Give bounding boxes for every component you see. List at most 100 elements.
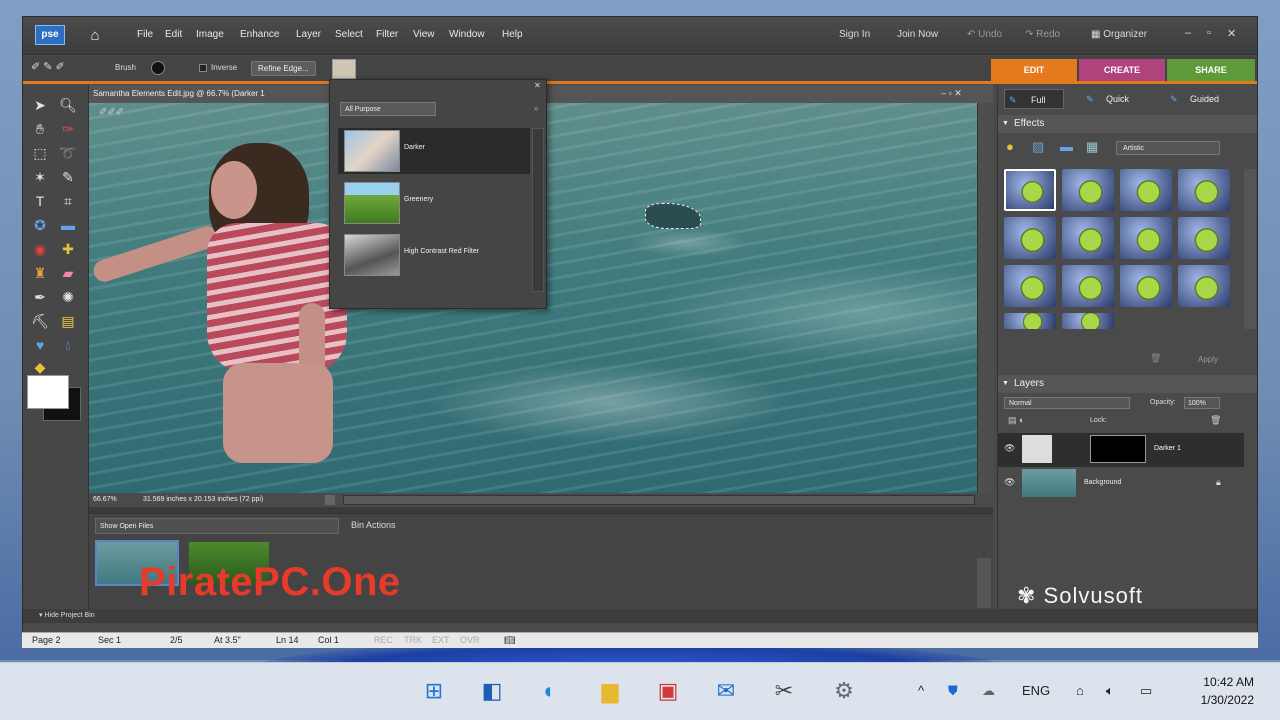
crop-tool-icon[interactable]: ⌗ (57, 191, 79, 211)
widgets-icon[interactable]: ◧ (476, 675, 508, 707)
eraser-tool-icon[interactable]: ▰ (57, 263, 79, 283)
filters-icon[interactable]: ● (1006, 139, 1014, 154)
tab-full[interactable]: ✎ Full (1004, 89, 1064, 109)
volume-icon[interactable]: 🔈︎ (1106, 683, 1114, 699)
effect-thumb-12[interactable] (1178, 265, 1230, 307)
file-explorer-icon[interactable]: ▆ (594, 675, 626, 707)
tab-create[interactable]: CREATE (1079, 59, 1165, 81)
effect-thumb-5[interactable] (1004, 217, 1056, 259)
paint-bucket-tool-icon[interactable]: ⛏ (29, 311, 51, 331)
store-icon[interactable]: ▣ (652, 675, 684, 707)
magic-wand-tool-icon[interactable]: ✶ (29, 167, 51, 187)
start-icon[interactable]: ⊞ (418, 675, 450, 707)
effect-thumb-11[interactable] (1120, 265, 1172, 307)
filter-thumbnail-button[interactable] (332, 59, 356, 79)
healing-brush-tool-icon[interactable]: ✚ (57, 239, 79, 259)
inverse-checkbox[interactable] (199, 64, 207, 72)
filter-item-greenery[interactable]: Greenery (338, 180, 530, 226)
cookie-cutter-tool-icon[interactable]: ✪ (29, 215, 51, 235)
battery-icon[interactable]: ▭ (1140, 683, 1152, 699)
network-icon[interactable]: ⌂ (1076, 683, 1084, 698)
menu-enhance[interactable]: Enhance (240, 29, 279, 40)
tab-guided[interactable]: ✎ Guided (1168, 89, 1219, 109)
effect-thumb-8[interactable] (1178, 217, 1230, 259)
blur-tool-icon[interactable]: 💧︎ (57, 335, 79, 355)
effects-category-select[interactable]: Artistic (1116, 141, 1220, 155)
sign-in-link[interactable]: Sign In (839, 29, 870, 40)
horizontal-scrollbar[interactable] (343, 495, 975, 505)
brush-preview-icon[interactable] (151, 61, 165, 75)
delete-layer-icon[interactable]: 🗑︎ (1210, 415, 1221, 426)
tab-share[interactable]: SHARE (1167, 59, 1255, 81)
close-icon[interactable]: ✕ (1227, 27, 1236, 40)
layer-tool-icons[interactable]: ▤ ◐ (1008, 415, 1024, 426)
gradient-tool-icon[interactable]: ▤ (57, 311, 79, 331)
bin-actions-menu[interactable]: Bin Actions (351, 520, 396, 530)
zoom-tool-icon[interactable]: 🔍︎ (57, 95, 79, 115)
filter-item-high-contrast-red[interactable]: High Contrast Red Filter (338, 232, 530, 278)
effect-thumb-14[interactable] (1062, 313, 1114, 329)
layer-styles-icon[interactable]: ▨ (1032, 139, 1044, 155)
foreground-color-swatch[interactable] (27, 375, 69, 409)
menu-window[interactable]: Window (449, 29, 485, 40)
effects-scrollbar[interactable] (1244, 169, 1256, 329)
popup-close-icon[interactable]: ✕ (534, 81, 541, 90)
effect-thumb-10[interactable] (1062, 265, 1114, 307)
effects-panel-header[interactable]: ▼ Effects (998, 115, 1257, 133)
mail-icon[interactable]: ✉ (710, 675, 742, 707)
spellcheck-icon[interactable]: 📖︎ (504, 635, 515, 646)
all-effects-icon[interactable]: ▦ (1086, 139, 1098, 155)
effect-thumb-13[interactable] (1004, 313, 1056, 329)
bin-show-select[interactable]: Show Open Files (95, 518, 339, 534)
visibility-eye-icon[interactable]: 👁︎ (1004, 477, 1015, 488)
layer-row-darker-1[interactable]: 👁︎ Darker 1 (998, 433, 1244, 467)
photo-effects-icon[interactable]: ▬ (1060, 139, 1073, 154)
straighten-tool-icon[interactable]: ▬ (57, 215, 79, 235)
red-eye-tool-icon[interactable]: ◉ (29, 239, 51, 259)
organizer-button[interactable]: ▦ Organizer (1091, 29, 1147, 40)
opacity-input[interactable]: 100% (1184, 397, 1220, 409)
defender-icon[interactable]: ⛊ (948, 683, 958, 699)
filter-category-select[interactable]: All Purpose (340, 102, 436, 116)
layers-panel-header[interactable]: ▼ Layers (998, 375, 1257, 393)
edge-icon[interactable]: ◐ (534, 675, 566, 707)
clock-date[interactable]: 1/30/2022 (1176, 693, 1254, 707)
menu-edit[interactable]: Edit (165, 29, 182, 40)
move-tool-icon[interactable]: ➤ (29, 95, 51, 115)
eyedropper-tool-icon[interactable]: ✑ (57, 119, 79, 139)
undo-button[interactable]: ↶ Undo (967, 29, 1002, 40)
language-indicator[interactable]: ENG (1022, 683, 1050, 698)
doc-window-controls[interactable]: – ▫ ✕ (941, 88, 962, 99)
effect-thumb-6[interactable] (1062, 217, 1114, 259)
popup-expand-icon[interactable]: » (534, 104, 538, 113)
vertical-scrollbar[interactable] (977, 103, 993, 493)
home-icon[interactable]: ⌂ (85, 27, 105, 45)
layer-row-background[interactable]: 👁︎ Background 🔒︎ (998, 467, 1244, 501)
selection-brush-icons[interactable]: ✐ ✎ ✐ (31, 60, 65, 73)
blend-mode-select[interactable]: Normal (1004, 397, 1130, 409)
sponge-tool-icon[interactable]: ◆ (29, 357, 51, 377)
type-tool-icon[interactable]: T (29, 191, 51, 211)
brush-tool-icon[interactable]: ✒ (29, 287, 51, 307)
filter-item-darker[interactable]: Darker (338, 128, 530, 174)
hand-tool-icon[interactable]: ✋︎ (29, 119, 51, 139)
effect-thumb-9[interactable] (1004, 265, 1056, 307)
menu-help[interactable]: Help (502, 29, 523, 40)
menu-file[interactable]: File (137, 29, 153, 40)
visibility-eye-icon[interactable]: 👁︎ (1004, 443, 1015, 454)
tray-overflow-icon[interactable]: ^ (918, 683, 924, 698)
marquee-tool-icon[interactable]: ⬚ (29, 143, 51, 163)
custom-shape-tool-icon[interactable]: ♥ (29, 335, 51, 355)
menu-filter[interactable]: Filter (376, 29, 398, 40)
settings-gear-icon[interactable]: ⚙ (828, 675, 860, 707)
minimize-icon[interactable]: – (1185, 27, 1191, 39)
apply-button[interactable]: Apply (1198, 355, 1218, 364)
bin-scrollbar[interactable] (977, 558, 991, 608)
trash-icon[interactable]: 🗑︎ (1150, 353, 1161, 364)
menu-image[interactable]: Image (196, 29, 224, 40)
menu-layer[interactable]: Layer (296, 29, 321, 40)
effect-thumb-2[interactable] (1062, 169, 1114, 211)
status-menu-icon[interactable] (325, 495, 335, 505)
menu-select[interactable]: Select (335, 29, 363, 40)
popup-scrollbar[interactable] (532, 128, 544, 292)
